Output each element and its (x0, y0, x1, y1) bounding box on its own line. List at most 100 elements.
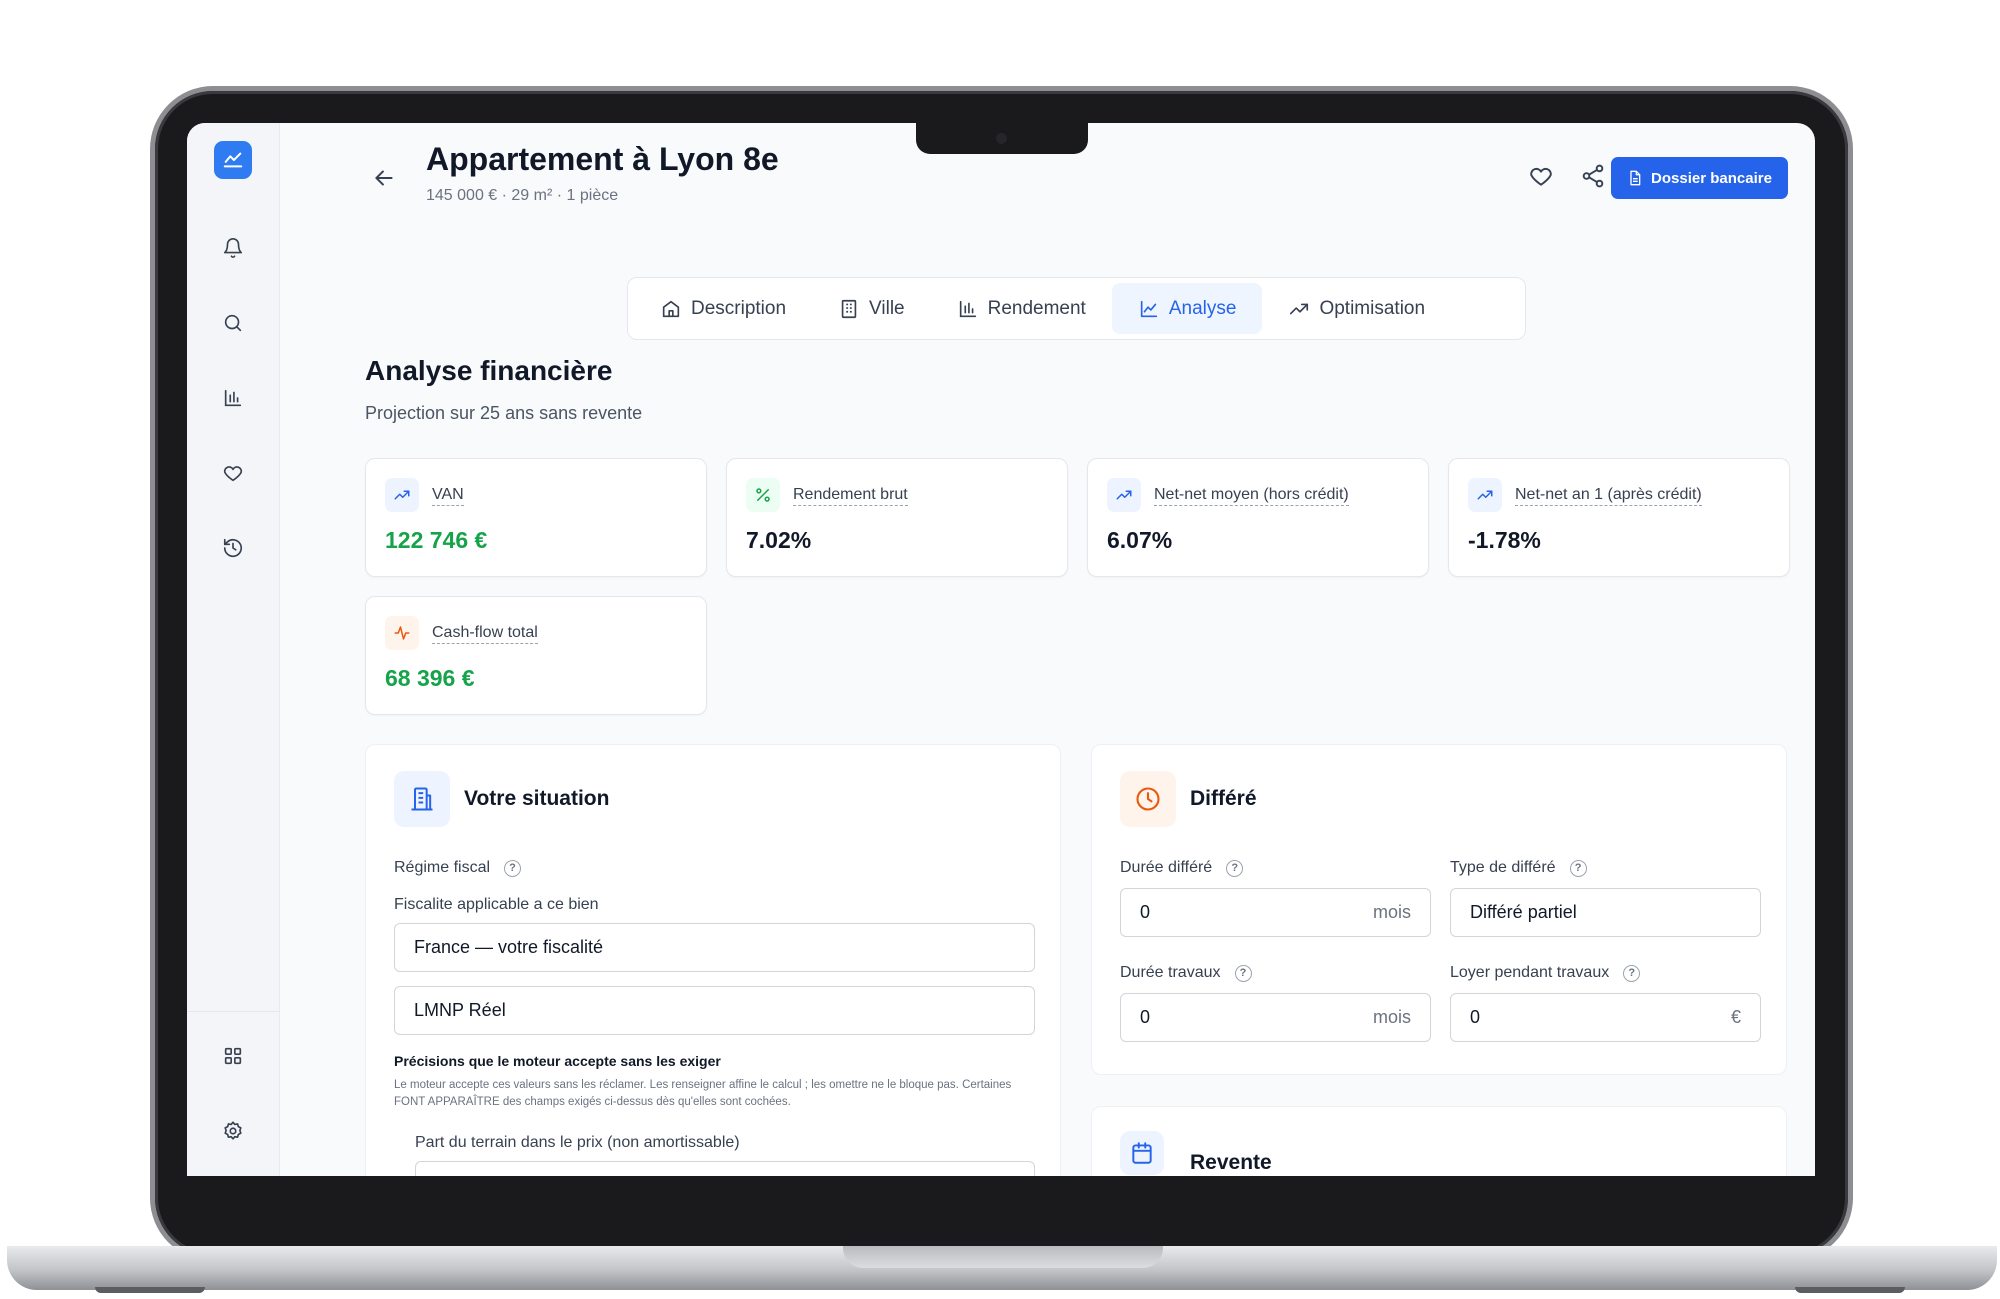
kpi-card-net-net-moyen: Net-net moyen (hors crédit) 6.07% (1087, 458, 1429, 577)
calendar-icon (1120, 1131, 1164, 1175)
trending-up-icon (1290, 303, 1309, 314)
loyer-travaux-input[interactable]: 0 € (1450, 993, 1761, 1042)
home-icon (662, 300, 680, 317)
terrain-label: Part du terrain dans le prix (non amorti… (415, 1134, 740, 1152)
field-value: Différé partiel (1470, 902, 1577, 922)
label-text: Part du terrain dans le prix (non amorti… (415, 1134, 740, 1151)
favorite-heart-icon[interactable] (1528, 163, 1556, 191)
help-icon[interactable]: ? (1623, 964, 1641, 982)
kpi-card-van: VAN 122 746 € (365, 458, 707, 577)
duree-travaux-label: Durée travaux ? (1120, 964, 1252, 982)
tab-label: Analyse (1168, 297, 1237, 319)
panel-title: Revente (1190, 1151, 1272, 1174)
camera-notch (916, 123, 1088, 154)
arrow-left-icon[interactable] (371, 165, 397, 191)
field-value: LMNP Réel (414, 1000, 506, 1020)
kpi-label[interactable]: Net-net moyen (hors crédit) (1154, 486, 1349, 506)
search-icon[interactable] (220, 310, 246, 336)
kpi-value: 122 746 € (385, 527, 488, 553)
tab-ville[interactable]: Ville (812, 283, 931, 334)
panel-title: Votre situation (464, 787, 610, 810)
help-icon[interactable]: ? (1234, 964, 1252, 982)
panel-title: Différé (1190, 787, 1257, 810)
terrain-input[interactable] (415, 1161, 1035, 1176)
trending-up-icon (385, 478, 419, 512)
label-text: Loyer pendant travaux (1450, 964, 1610, 981)
building-icon (841, 299, 857, 318)
revente-panel: Revente (1091, 1106, 1787, 1176)
tab-rendement[interactable]: Rendement (931, 283, 1112, 334)
kpi-value: 7.02% (746, 527, 812, 553)
type-differe-select[interactable]: Différé partiel (1450, 888, 1761, 937)
trending-up-icon (1107, 478, 1141, 512)
regime-select[interactable]: LMNP Réel (394, 986, 1035, 1035)
heart-icon[interactable] (220, 460, 246, 486)
duree-differe-input[interactable]: 0 mois (1120, 888, 1431, 937)
label-text: Durée travaux (1120, 964, 1221, 981)
country-select[interactable]: France — votre fiscalité (394, 923, 1035, 972)
label-text: Type de différé (1450, 859, 1556, 876)
gear-icon[interactable] (220, 1118, 246, 1144)
help-icon[interactable]: ? (504, 859, 522, 877)
situation-panel: Votre situation Régime fiscal ? Fiscalit… (365, 744, 1061, 1176)
kpi-value: 68 396 € (385, 665, 475, 691)
percent-icon (746, 478, 780, 512)
kpi-label[interactable]: VAN (432, 486, 464, 506)
dossier-bancaire-button[interactable]: Dossier bancaire (1611, 157, 1788, 199)
help-icon[interactable]: ? (1569, 859, 1587, 877)
grid-icon[interactable] (220, 1043, 246, 1069)
clock-icon (1120, 771, 1176, 827)
line-chart-icon (1140, 300, 1158, 317)
kpi-card-cash-flow: Cash-flow total 68 396 € (365, 596, 707, 715)
tab-label: Rendement (987, 297, 1086, 319)
tab-description[interactable]: Description (634, 283, 812, 334)
document-icon (1630, 170, 1641, 186)
note-text: Le moteur accepte ces valeurs sans les r… (394, 1079, 1012, 1108)
kpi-card-rendement-brut: Rendement brut 7.02% (726, 458, 1068, 577)
loyer-travaux-label: Loyer pendant travaux ? (1450, 964, 1641, 982)
section-subtitle: Projection sur 25 ans sans revente (365, 403, 643, 423)
help-icon[interactable]: ? (1226, 859, 1244, 877)
kpi-label[interactable]: Net-net an 1 (après crédit) (1515, 486, 1702, 506)
section-title: Analyse financière (365, 355, 613, 386)
building-icon (394, 771, 450, 827)
page-subtitle: 145 000 € · 29 m² · 1 pièce (426, 187, 619, 204)
kpi-label[interactable]: Cash-flow total (432, 624, 538, 644)
kpi-label[interactable]: Rendement brut (793, 486, 908, 506)
laptop-base-notch (843, 1246, 1163, 1268)
tab-label: Optimisation (1319, 297, 1426, 319)
field-value: France — votre fiscalité (414, 937, 604, 957)
differe-panel: Différé Durée différé ? Type de différé … (1091, 744, 1787, 1075)
dossier-bancaire-label: Dossier bancaire (1651, 169, 1772, 187)
bar-chart-icon (959, 300, 976, 317)
label-text: Durée différé (1120, 859, 1213, 876)
bell-icon[interactable] (220, 235, 246, 261)
field-unit: mois (1372, 1007, 1411, 1027)
tab-analyse[interactable]: Analyse (1111, 283, 1263, 334)
laptop-foot (95, 1287, 205, 1293)
field-unit: € (1730, 1007, 1741, 1027)
note-title: Précisions que le moteur accepte sans le… (394, 1053, 721, 1069)
kpi-value: 6.07% (1107, 527, 1173, 553)
share-icon[interactable] (1580, 163, 1608, 191)
kpi-card-net-net-an1: Net-net an 1 (après crédit) -1.78% (1448, 458, 1790, 577)
sidebar-divider (187, 1011, 280, 1012)
app-screen: Appartement à Lyon 8e 145 000 € · 29 m² … (187, 123, 1815, 1176)
activity-icon (385, 616, 419, 650)
kpi-value: -1.78% (1468, 527, 1541, 553)
page-title: Appartement à Lyon 8e (426, 141, 779, 177)
field-value: 0 (1140, 1007, 1151, 1027)
laptop-foot (1795, 1287, 1905, 1293)
logo-chart-icon[interactable] (214, 141, 252, 179)
field-value: 0 (1470, 1007, 1481, 1027)
bar-chart-icon[interactable] (220, 385, 246, 411)
tab-label: Ville (869, 297, 905, 319)
tab-optimisation[interactable]: Optimisation (1262, 283, 1451, 334)
history-icon[interactable] (220, 535, 246, 561)
field-value: 0 (1140, 902, 1151, 922)
tab-label: Description (691, 297, 787, 319)
fiscalite-label: Fiscalite applicable a ce bien (394, 896, 599, 914)
duree-travaux-input[interactable]: 0 mois (1120, 993, 1431, 1042)
trending-up-icon (1468, 478, 1502, 512)
sidebar (187, 123, 280, 1176)
